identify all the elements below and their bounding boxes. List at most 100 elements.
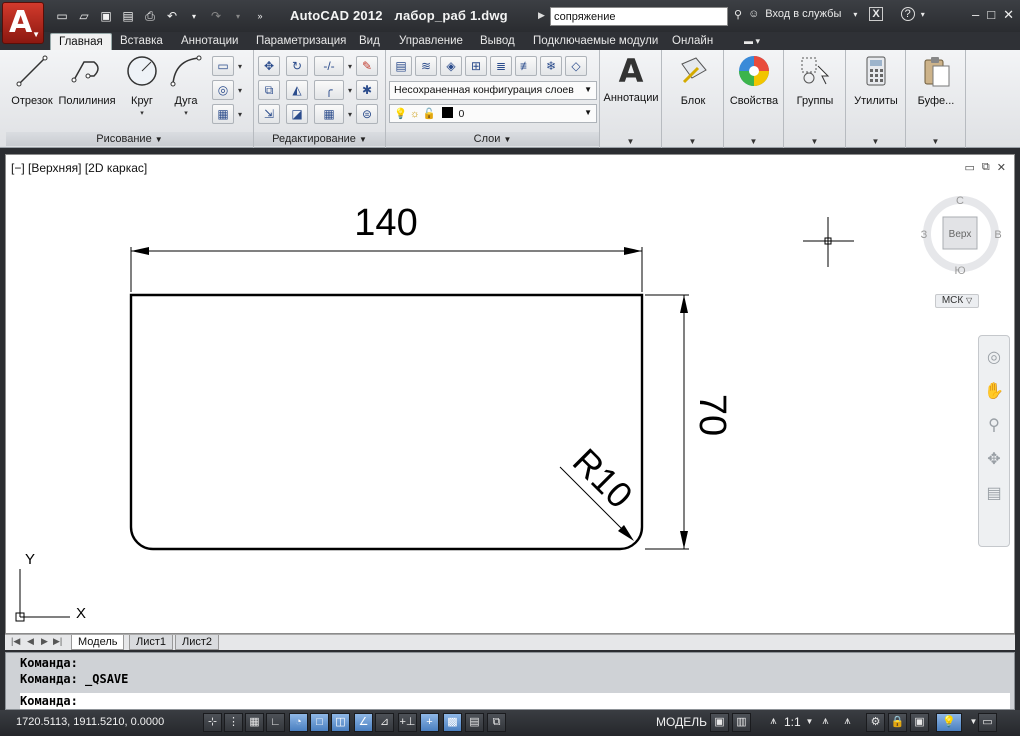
- polyline-button[interactable]: Полилиния: [58, 54, 116, 107]
- tab-annotate[interactable]: Аннотации: [173, 33, 246, 50]
- annotation-expand-icon[interactable]: ▼: [600, 137, 661, 146]
- undo-icon[interactable]: ↶: [164, 8, 180, 24]
- first-tab-icon[interactable]: |◀: [11, 636, 20, 647]
- workspace-switch-button[interactable]: ⚙: [866, 713, 885, 732]
- stretch-button[interactable]: ⇲: [258, 104, 280, 124]
- copy-button[interactable]: ⧉: [258, 80, 280, 100]
- properties-expand-icon[interactable]: ▼: [724, 137, 783, 146]
- trim-button[interactable]: -/-: [314, 56, 352, 76]
- layer-state-button[interactable]: ≋: [415, 56, 437, 76]
- tab-layout2[interactable]: Лист2: [175, 635, 220, 650]
- explode-button[interactable]: ✱: [356, 80, 378, 100]
- print-icon[interactable]: ⎙: [142, 8, 158, 24]
- array-button[interactable]: ▦: [314, 104, 352, 124]
- lineweight-button[interactable]: +: [420, 713, 439, 732]
- polar-button[interactable]: ◔: [289, 713, 308, 732]
- application-menu-button[interactable]: A ▼: [2, 2, 44, 44]
- quick-view-drawings-button[interactable]: ▥: [732, 713, 751, 732]
- part-outline[interactable]: [129, 293, 644, 551]
- clipboard-expand-icon[interactable]: ▼: [906, 137, 965, 146]
- viewcube-west[interactable]: З: [921, 229, 928, 241]
- autoscale-icon[interactable]: ⩚: [838, 713, 857, 732]
- quick-properties-button[interactable]: ▤: [465, 713, 484, 732]
- last-tab-icon[interactable]: ▶|: [53, 636, 62, 647]
- orbit-icon[interactable]: ✥: [982, 448, 1006, 472]
- selection-cycling-button[interactable]: ⧉: [487, 713, 506, 732]
- dyn-button[interactable]: +⊥: [398, 713, 417, 732]
- tab-plugins[interactable]: Подключаемые модули: [525, 33, 666, 50]
- block-button[interactable]: Блок: [664, 54, 722, 107]
- save-as-icon[interactable]: ▤: [120, 8, 136, 24]
- login-dropdown-icon[interactable]: ▾: [853, 10, 857, 19]
- viewcube-east[interactable]: В: [994, 229, 1001, 241]
- erase-button[interactable]: ✎: [356, 56, 378, 76]
- new-file-icon[interactable]: ▭: [54, 8, 70, 24]
- rotate-button[interactable]: ↻: [286, 56, 308, 76]
- fillet-button[interactable]: ╭: [314, 80, 352, 100]
- layer-unisolate-button[interactable]: ⊞: [465, 56, 487, 76]
- tab-parametric[interactable]: Параметризация: [248, 33, 354, 50]
- clipboard-button[interactable]: Буфе...: [908, 54, 964, 107]
- viewport-restore-icon[interactable]: ⧉: [982, 161, 990, 174]
- clean-screen-button[interactable]: ▭: [978, 713, 997, 732]
- infer-constraints-button[interactable]: ⊹: [203, 713, 222, 732]
- viewcube-south[interactable]: Ю: [954, 265, 965, 275]
- layer-off-button[interactable]: ◇: [565, 56, 587, 76]
- ucs-dropdown[interactable]: МСК ▽: [935, 294, 979, 308]
- tab-manage[interactable]: Управление: [391, 33, 471, 50]
- hatch-button[interactable]: ▦: [212, 104, 242, 124]
- snap-button[interactable]: ⋮: [224, 713, 243, 732]
- layer-isolate-button[interactable]: ◈: [440, 56, 462, 76]
- transparency-button[interactable]: ▩: [443, 713, 462, 732]
- tab-insert[interactable]: Вставка: [112, 33, 171, 50]
- binoculars-icon[interactable]: ⚲: [734, 8, 742, 21]
- qat-more-icon[interactable]: »: [252, 8, 268, 24]
- redo-dropdown-icon[interactable]: ▾: [230, 8, 246, 24]
- prev-tab-icon[interactable]: ◀: [27, 636, 34, 647]
- viewport-close-icon[interactable]: ✕: [997, 161, 1006, 174]
- utilities-expand-icon[interactable]: ▼: [846, 137, 905, 146]
- search-expand-icon[interactable]: ▶: [538, 10, 545, 21]
- model-space-toggle[interactable]: МОДЕЛЬ: [656, 715, 707, 729]
- tab-view[interactable]: Вид: [351, 33, 388, 50]
- arc-button[interactable]: Дуга ▾: [166, 54, 206, 117]
- showmotion-icon[interactable]: ▤: [982, 482, 1006, 506]
- tab-model[interactable]: Модель: [71, 635, 125, 650]
- minimize-icon[interactable]: –: [972, 7, 979, 23]
- help-dropdown-icon[interactable]: ▾: [921, 10, 925, 19]
- steering-wheel-icon[interactable]: ◎: [982, 346, 1006, 370]
- command-input[interactable]: Команда:: [20, 693, 1010, 709]
- dimension-width[interactable]: 140: [130, 202, 643, 292]
- layer-freeze-button[interactable]: ❄: [540, 56, 562, 76]
- circle-dropdown-icon[interactable]: ▾: [120, 109, 164, 117]
- drawing-viewport[interactable]: 140 70 R10 Y X [−] [Верхняя] [2D каркас]…: [5, 154, 1015, 634]
- cursor-coordinates[interactable]: 1720.5113, 1911.5210, 0.0000: [16, 716, 164, 728]
- circle-button[interactable]: Круг ▾: [120, 54, 164, 117]
- annotation-visibility-icon[interactable]: ⩚: [816, 713, 835, 732]
- layer-change-button[interactable]: ≢: [515, 56, 537, 76]
- close-icon[interactable]: ✕: [1003, 7, 1014, 23]
- search-input[interactable]: [550, 7, 728, 26]
- quick-view-layouts-button[interactable]: ▣: [710, 713, 729, 732]
- layer-properties-button[interactable]: ▤: [390, 56, 412, 76]
- annotation-button[interactable]: A Аннотации: [602, 54, 660, 104]
- layer-state-dropdown[interactable]: Несохраненная конфигурация слоев ▼: [389, 81, 597, 100]
- pan-hand-icon[interactable]: ✋: [982, 380, 1006, 404]
- tab-home[interactable]: Главная: [50, 33, 112, 50]
- current-layer-dropdown[interactable]: 💡 ☼ 🔓 0 ▼: [389, 104, 597, 123]
- isolate-objects-button[interactable]: 💡: [936, 713, 962, 732]
- redo-icon[interactable]: ↷: [208, 8, 224, 24]
- panel-layers-title[interactable]: Слои ▼: [386, 132, 599, 146]
- viewcube-north[interactable]: С: [956, 195, 964, 207]
- annotation-scale-icon[interactable]: ⩚: [764, 713, 783, 732]
- groups-button[interactable]: Группы: [786, 54, 844, 107]
- exchange-icon[interactable]: X: [869, 7, 883, 21]
- groups-expand-icon[interactable]: ▼: [784, 137, 845, 146]
- scale-button[interactable]: ◪: [286, 104, 308, 124]
- save-icon[interactable]: ▣: [98, 8, 114, 24]
- 3d-osnap-button[interactable]: ◫: [331, 713, 350, 732]
- ribbon-minimize-icon[interactable]: ▬ ▾: [736, 33, 768, 50]
- arc-dropdown-icon[interactable]: ▾: [166, 109, 206, 117]
- line-button[interactable]: Отрезок: [8, 54, 56, 107]
- block-expand-icon[interactable]: ▼: [662, 137, 723, 146]
